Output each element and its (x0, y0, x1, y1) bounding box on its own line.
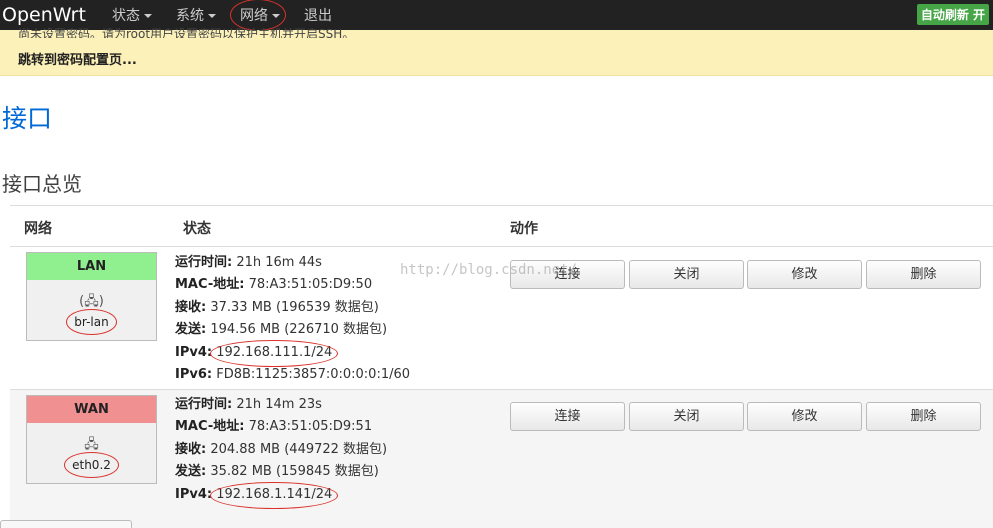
caret-down-icon (208, 14, 216, 18)
rx-label: 接收: (175, 299, 207, 315)
nav-system-label: 系统 (176, 8, 204, 24)
rx-label: 接收: (175, 441, 207, 457)
interface-name: WAN (27, 396, 156, 423)
device-name: eth0.2 (64, 452, 119, 478)
table-row-wan: WAN 🖧 eth0.2 运行时间: 21h 14m 23s MAC-地址: 7… (10, 389, 993, 528)
top-navbar: OpenWrt 状态 系统 网络 退出 自动刷新 开 (0, 0, 993, 31)
mac-label: MAC-地址: (175, 419, 245, 435)
nav-logout-label: 退出 (304, 8, 332, 24)
section-title: 接口总览 (2, 172, 82, 196)
mac-value: 78:A3:51:05:D9:51 (248, 419, 373, 435)
tx-value: 194.56 MB (226710 数据包) (210, 322, 388, 338)
tx-label: 发送: (175, 322, 207, 338)
password-config-link[interactable]: 跳转到密码配置页... (18, 49, 137, 68)
add-interface-button[interactable] (0, 520, 132, 528)
mac-label: MAC-地址: (175, 277, 245, 293)
nav-system-menu[interactable]: 系统 (176, 5, 216, 25)
ipv6-label: IPv6: (175, 367, 213, 383)
uptime-label: 运行时间: (175, 397, 233, 412)
rx-value: 37.33 MB (196539 数据包) (210, 299, 379, 315)
interface-status: 运行时间: 21h 16m 44s MAC-地址: 78:A3:51:05:D9… (175, 252, 410, 386)
device-name: br-lan (66, 309, 118, 335)
nav-network-label: 网络 (240, 8, 268, 24)
caret-down-icon (144, 14, 152, 18)
nav-status-label: 状态 (112, 8, 140, 24)
tx-label: 发送: (175, 464, 207, 480)
header-network: 网络 (24, 221, 52, 237)
header-status: 状态 (183, 221, 211, 237)
uptime-label: 运行时间: (175, 255, 233, 270)
uptime-value: 21h 14m 23s (236, 397, 322, 412)
caret-down-icon (272, 14, 280, 18)
ipv4-label: IPv4: (175, 344, 213, 360)
nav-logout[interactable]: 退出 (304, 5, 332, 25)
ipv4-value: 192.168.1.141/24 (210, 481, 339, 510)
password-alert: 尚未设置密码。请为root用户设置密码以保护主机并开启SSH。 跳转到密码配置页… (0, 28, 993, 76)
autorefresh-toggle[interactable]: 自动刷新 开 (916, 4, 989, 25)
interface-badge-wan: WAN 🖧 eth0.2 (26, 395, 157, 484)
edit-button[interactable]: 修改 (747, 402, 862, 431)
delete-button[interactable]: 删除 (866, 260, 981, 289)
page-title: 接口 (2, 104, 53, 133)
nav-status-menu[interactable]: 状态 (112, 5, 152, 25)
interface-name: LAN (27, 253, 156, 280)
edit-button[interactable]: 修改 (747, 260, 862, 289)
table-row-lan: LAN (🖧) br-lan 运行时间: 21h 16m 44s MAC-地址:… (10, 248, 993, 388)
interface-badge-lan: LAN (🖧) br-lan (26, 252, 157, 341)
connect-button[interactable]: 连接 (510, 260, 625, 289)
alert-message: 尚未设置密码。请为root用户设置密码以保护主机并开启SSH。 (18, 28, 355, 38)
ipv4-label: IPv4: (175, 486, 213, 502)
header-actions: 动作 (510, 221, 538, 237)
table-header: 网络 状态 动作 (10, 205, 993, 247)
interface-status: 运行时间: 21h 14m 23s MAC-地址: 78:A3:51:05:D9… (175, 394, 388, 510)
stop-button[interactable]: 关闭 (629, 402, 744, 431)
stop-button[interactable]: 关闭 (629, 260, 744, 289)
rx-value: 204.88 MB (449722 数据包) (210, 441, 388, 457)
nav-network-menu[interactable]: 网络 (230, 0, 286, 31)
ipv6-value: FD8B:1125:3857:0:0:0:0:1/60 (216, 367, 411, 383)
mac-value: 78:A3:51:05:D9:50 (248, 277, 373, 293)
tx-value: 35.82 MB (159845 数据包) (210, 464, 379, 480)
ipv4-value: 192.168.111.1/24 (210, 339, 339, 368)
brand-logo[interactable]: OpenWrt (0, 4, 112, 26)
connect-button[interactable]: 连接 (510, 402, 625, 431)
uptime-value: 21h 16m 44s (236, 255, 322, 270)
delete-button[interactable]: 删除 (866, 402, 981, 431)
